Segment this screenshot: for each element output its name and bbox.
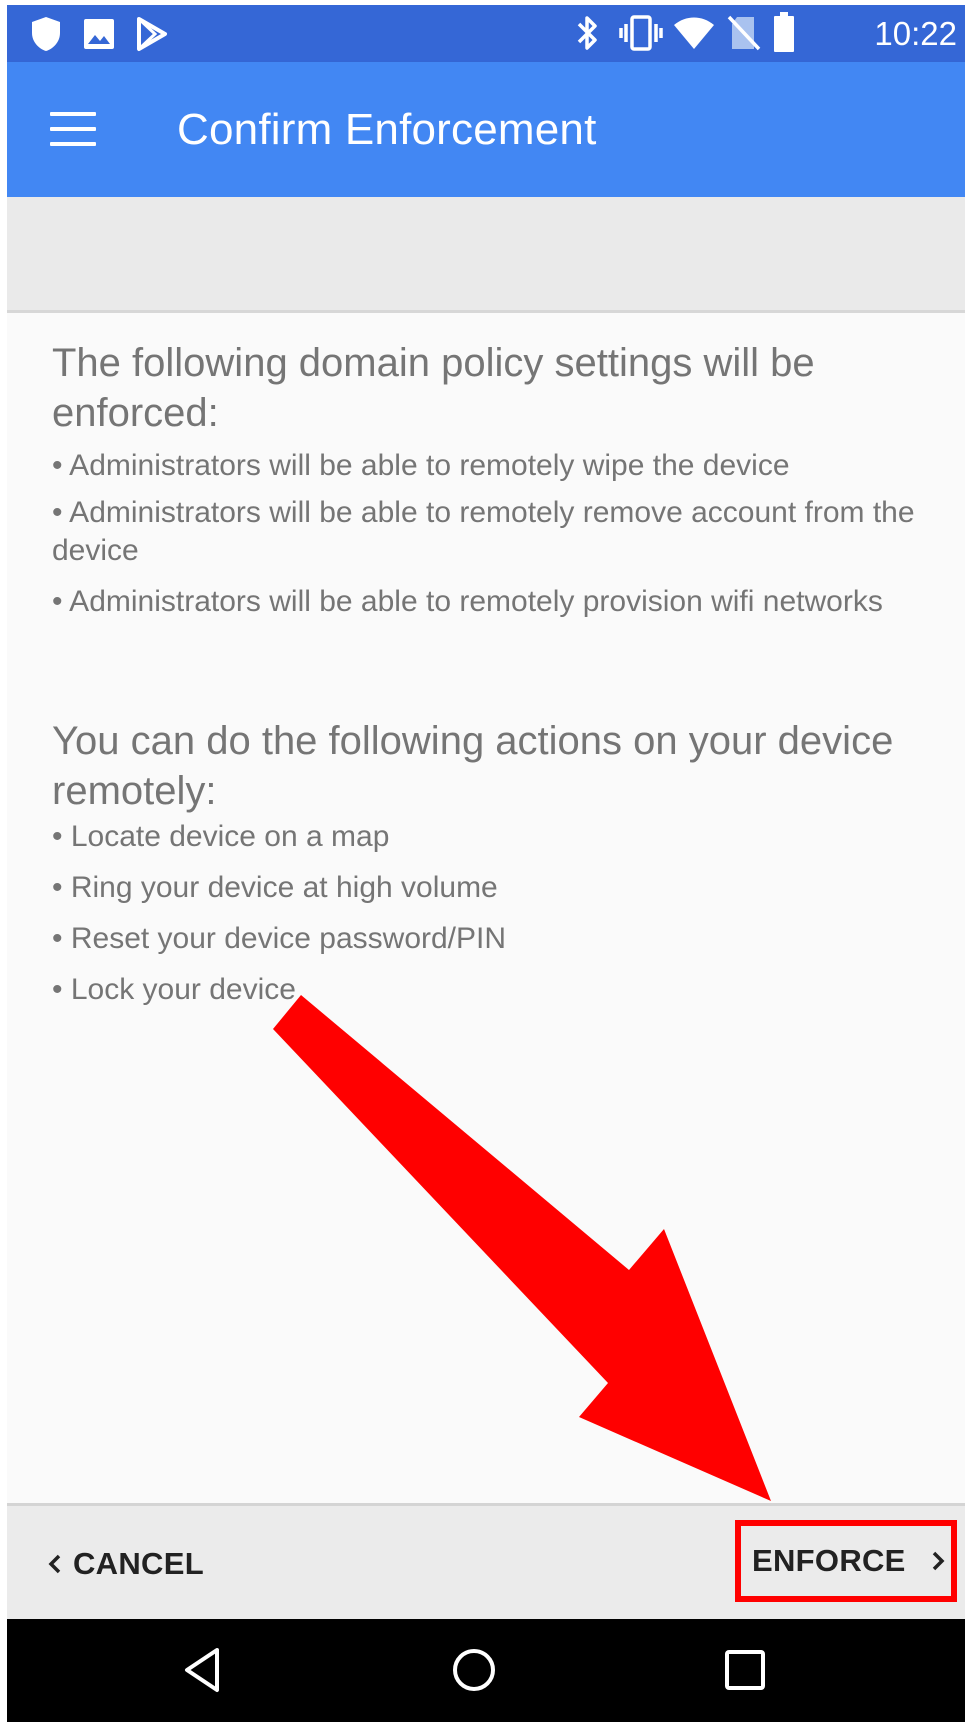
image-icon	[84, 19, 114, 49]
policy-heading: The following domain policy settings wil…	[52, 341, 815, 435]
action-bullet-ring: • Ring your device at high volume	[52, 871, 498, 904]
battery-icon	[774, 12, 794, 52]
action-bullet-lock: • Lock your device	[52, 973, 296, 1006]
remote-actions-heading: You can do the following actions on your…	[52, 719, 894, 813]
clock-time: 10:22	[874, 15, 957, 52]
recents-icon[interactable]	[719, 1644, 771, 1696]
chevron-left-icon	[48, 1554, 61, 1574]
wifi-icon	[674, 17, 714, 49]
main-content: The following domain policy settings wil…	[7, 313, 965, 1503]
cancel-label: CANCEL	[73, 1546, 204, 1581]
enforce-button[interactable]: ENFORCE	[735, 1520, 957, 1602]
no-sim-icon	[727, 15, 761, 51]
chevron-right-icon	[932, 1551, 945, 1571]
hamburger-menu-icon[interactable]	[50, 112, 96, 148]
action-bullet-locate: • Locate device on a map	[52, 820, 390, 853]
vibrate-icon	[619, 15, 663, 51]
bottom-action-bar: CANCEL ENFORCE	[7, 1503, 965, 1622]
app-bar: Confirm Enforcement	[7, 62, 965, 197]
home-icon[interactable]	[448, 1644, 500, 1696]
bluetooth-icon	[577, 16, 597, 50]
screen: 10:22 Confirm Enforcement The following …	[7, 5, 965, 1722]
play-store-icon	[137, 17, 167, 51]
shield-icon	[32, 17, 60, 51]
action-bullet-reset-password: • Reset your device password/PIN	[52, 922, 507, 955]
cancel-button[interactable]: CANCEL	[43, 1536, 204, 1592]
back-icon[interactable]	[177, 1644, 229, 1696]
page-title: Confirm Enforcement	[177, 105, 597, 154]
status-bar: 10:22	[7, 5, 965, 62]
policy-bullet-provision-wifi: • Administrators will be able to remotel…	[52, 585, 883, 618]
enforce-label: ENFORCE	[752, 1543, 906, 1578]
header-strip	[7, 197, 965, 313]
system-nav-bar	[7, 1619, 965, 1722]
policy-bullet-remove-account: • Administrators will be able to remotel…	[52, 496, 915, 567]
policy-bullet-wipe: • Administrators will be able to remotel…	[52, 449, 790, 482]
